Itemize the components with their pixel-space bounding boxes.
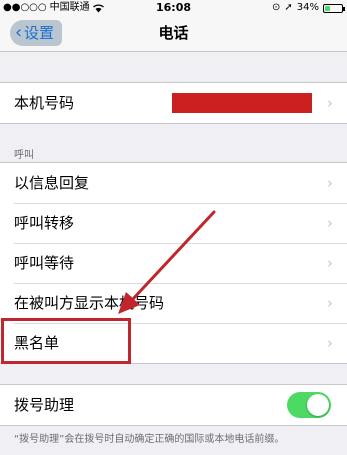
calls-section-header: 呼叫 xyxy=(14,150,34,161)
chevron-right-icon: › xyxy=(327,174,333,192)
list-item-label: 以信息回复 xyxy=(14,174,90,192)
my-number-row[interactable]: 本机号码 › xyxy=(0,83,347,123)
list-item-label: 呼叫转移 xyxy=(14,214,75,232)
my-number-label: 本机号码 xyxy=(14,94,75,112)
highlight-box xyxy=(1,318,131,364)
dial-assist-group: 拨号助理 xyxy=(0,384,347,426)
battery-icon xyxy=(323,3,345,13)
location-arrow-icon: ➚ xyxy=(284,2,293,13)
battery-level xyxy=(325,5,330,11)
reply-with-message-row[interactable]: 以信息回复 › xyxy=(0,163,347,203)
my-number-group: 本机号码 › xyxy=(0,82,347,124)
chevron-right-icon: › xyxy=(327,94,333,112)
call-forwarding-row[interactable]: 呼叫转移 › xyxy=(0,203,347,243)
battery-percent: 34% xyxy=(296,2,319,13)
chevron-right-icon: › xyxy=(327,214,333,232)
orientation-lock-icon: ⊙ xyxy=(271,2,281,13)
dial-assist-label: 拨号助理 xyxy=(14,396,75,414)
dial-assist-row: 拨号助理 xyxy=(0,385,347,425)
redacted-phone-number xyxy=(172,93,312,113)
navigation-bar: ‹ 设置 电话 xyxy=(0,16,347,52)
chevron-right-icon: › xyxy=(327,334,333,352)
dial-assist-toggle[interactable] xyxy=(287,392,331,418)
chevron-right-icon: › xyxy=(327,254,333,272)
status-bar: ●●○○○ 中国联通 16:08 ⊙ ➚ 34% xyxy=(0,0,347,16)
toggle-knob xyxy=(307,394,329,416)
dial-assist-footer: “拨号助理”会在拨号时自动确定正确的国际或本地电话前缀。 xyxy=(14,434,285,445)
show-caller-id-row[interactable]: 在被叫方显示本机号码 › xyxy=(0,283,347,323)
chevron-right-icon: › xyxy=(327,294,333,312)
page-title: 电话 xyxy=(158,24,189,42)
list-item-label: 呼叫等待 xyxy=(14,254,75,272)
call-waiting-row[interactable]: 呼叫等待 › xyxy=(0,243,347,283)
list-item-label: 在被叫方显示本机号码 xyxy=(14,294,165,312)
